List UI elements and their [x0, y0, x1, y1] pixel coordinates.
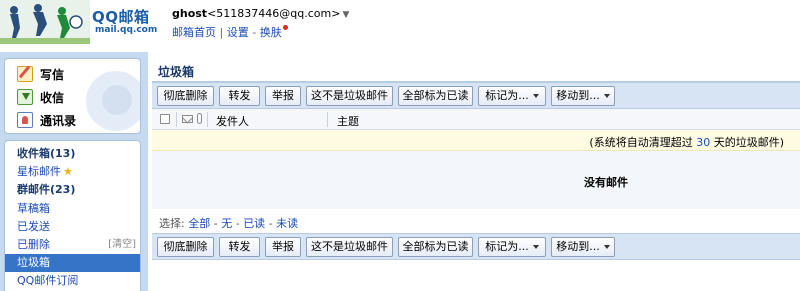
attachment-icon — [197, 113, 202, 124]
select-all-link[interactable]: 全部 — [188, 217, 210, 230]
column-divider — [176, 112, 177, 127]
select-separator: - — [213, 217, 218, 230]
chevron-down-icon — [532, 94, 539, 98]
empty-message-text: 没有邮件 — [584, 176, 628, 189]
toolbar-bottom: 彻底删除 转发 举报 这不是垃圾邮件 全部标为已读 标记为... 移动到... — [152, 233, 800, 260]
folder-deleted-label: 已删除 — [17, 238, 50, 251]
write-icon — [17, 66, 33, 82]
folder-inbox[interactable]: 收件箱(13) — [5, 145, 140, 163]
star-icon: ★ — [63, 165, 73, 178]
forward-button[interactable]: 转发 — [219, 86, 260, 106]
select-none-link[interactable]: 无 — [221, 217, 232, 230]
chevron-down-icon — [603, 94, 610, 98]
folder-starred-label: 星标邮件 — [17, 165, 61, 178]
receive-icon — [17, 89, 33, 105]
not-junk-button[interactable]: 这不是垃圾邮件 — [306, 237, 393, 257]
mark-as-label: 标记为... — [485, 89, 529, 102]
nav-dash: - — [252, 26, 257, 39]
folder-list: 收件箱(13) 星标邮件 ★ 群邮件(23) 草稿箱 已发送 已删除 [清空] 垃… — [4, 140, 141, 291]
folder-group-mail[interactable]: 群邮件(23) — [5, 181, 140, 199]
column-divider — [207, 112, 208, 127]
receive-label: 收信 — [40, 90, 65, 105]
selection-options: 选择: 全部 - 无 - 已读 - 未读 — [159, 215, 298, 231]
delete-permanently-button[interactable]: 彻底删除 — [157, 237, 214, 257]
user-email: <511837446@qq.com> — [207, 7, 341, 20]
toolbar-top: 彻底删除 转发 举报 这不是垃圾邮件 全部标为已读 标记为... 移动到... — [152, 82, 800, 109]
subject-column-header[interactable]: 主题 — [337, 113, 359, 129]
selection-bar: 选择: 全部 - 无 - 已读 - 未读 — [152, 209, 800, 233]
folder-junk[interactable]: 垃圾箱 — [5, 254, 140, 272]
contacts-icon — [17, 112, 33, 128]
mark-as-dropdown[interactable]: 标记为... — [478, 237, 546, 257]
folder-subscriptions[interactable]: QQ邮件订阅 — [5, 272, 140, 290]
settings-link[interactable]: 设置 — [227, 26, 249, 39]
nav-separator: | — [219, 26, 224, 39]
logo-domain: mail.qq.com — [95, 25, 158, 35]
select-separator: - — [235, 217, 240, 230]
select-separator: - — [268, 217, 273, 230]
column-header: 发件人 主题 — [152, 109, 800, 130]
folder-starred[interactable]: 星标邮件 ★ — [5, 163, 140, 181]
notice-suffix: 天的垃圾邮件) — [713, 136, 784, 149]
change-skin-link[interactable]: 换肤 — [260, 26, 282, 39]
notice-days: 30 — [696, 136, 711, 149]
quick-actions: 写信 收信 通讯录 — [4, 58, 141, 134]
empty-message: 没有邮件 — [152, 174, 800, 190]
page-title: 垃圾箱 — [158, 65, 195, 79]
header: QQ邮箱 mail.qq.com ghost<511837446@qq.com>… — [0, 0, 800, 52]
message-list-empty: 没有邮件 — [152, 151, 800, 209]
write-label: 写信 — [40, 67, 65, 82]
select-label: 选择: — [159, 217, 185, 230]
user-name: ghost — [172, 7, 208, 20]
report-button[interactable]: 举报 — [265, 237, 301, 257]
sender-column-header[interactable]: 发件人 — [216, 113, 249, 129]
logo-text: QQ邮箱 — [92, 8, 150, 26]
move-to-label: 移动到... — [556, 240, 600, 253]
sidebar: 写信 收信 通讯录 收件箱(13) 星标邮件 ★ 群邮件(23) 草稿箱 已发送 … — [0, 52, 148, 291]
write-button[interactable]: 写信 — [17, 63, 64, 85]
column-divider — [327, 112, 328, 127]
qq-penguin-decoration-inner — [102, 85, 132, 115]
qq-mail-logo[interactable]: QQ邮箱 mail.qq.com — [0, 0, 165, 44]
envelope-icon — [182, 115, 193, 123]
folder-drafts[interactable]: 草稿箱 — [5, 200, 140, 218]
contacts-label: 通讯录 — [40, 113, 77, 128]
move-to-dropdown[interactable]: 移动到... — [551, 237, 615, 257]
user-account[interactable]: ghost<511837446@qq.com> ▼ — [172, 7, 349, 20]
mark-as-dropdown[interactable]: 标记为... — [478, 86, 546, 106]
select-all-checkbox[interactable] — [160, 114, 170, 124]
mark-all-read-button[interactable]: 全部标为已读 — [398, 237, 473, 257]
select-read-link[interactable]: 已读 — [243, 217, 265, 230]
auto-clean-notice: (系统将自动清理超过 30 天的垃圾邮件) — [152, 130, 800, 151]
mail-home-link[interactable]: 邮箱首页 — [172, 26, 216, 39]
mark-as-label: 标记为... — [485, 240, 529, 253]
receive-button[interactable]: 收信 — [17, 86, 64, 108]
notice-prefix: (系统将自动清理超过 — [589, 136, 693, 149]
report-button[interactable]: 举报 — [265, 86, 301, 106]
move-to-dropdown[interactable]: 移动到... — [551, 86, 615, 106]
delete-permanently-button[interactable]: 彻底删除 — [157, 86, 214, 106]
account-dropdown-icon[interactable]: ▼ — [342, 10, 349, 20]
header-nav: 邮箱首页 | 设置 - 换肤 — [172, 24, 288, 40]
forward-button[interactable]: 转发 — [219, 237, 260, 257]
chevron-down-icon — [603, 245, 610, 249]
move-to-label: 移动到... — [556, 89, 600, 102]
page-title-bar: 垃圾箱 — [152, 58, 800, 82]
folder-deleted[interactable]: 已删除 [清空] — [5, 236, 140, 254]
not-junk-button[interactable]: 这不是垃圾邮件 — [306, 86, 393, 106]
folder-sent[interactable]: 已发送 — [5, 218, 140, 236]
main-panel: 垃圾箱 彻底删除 转发 举报 这不是垃圾邮件 全部标为已读 标记为... 移动到… — [152, 58, 800, 291]
select-unread-link[interactable]: 未读 — [276, 217, 298, 230]
clear-deleted-link[interactable]: [清空] — [108, 236, 136, 254]
mark-all-read-button[interactable]: 全部标为已读 — [398, 86, 473, 106]
new-indicator-dot — [282, 25, 288, 30]
notice-text: (系统将自动清理超过 30 天的垃圾邮件) — [589, 134, 784, 150]
chevron-down-icon — [532, 245, 539, 249]
contacts-button[interactable]: 通讯录 — [17, 109, 76, 131]
